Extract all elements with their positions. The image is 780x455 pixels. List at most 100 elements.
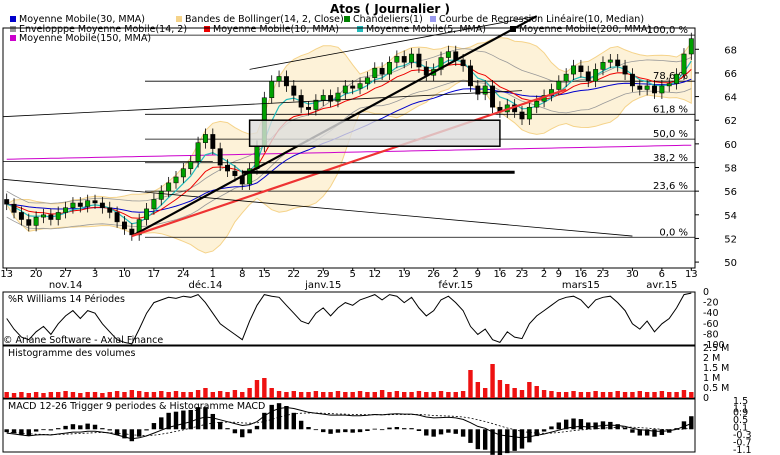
volume-bar bbox=[240, 392, 245, 398]
macd-histogram-bar bbox=[556, 422, 562, 430]
volume-bar bbox=[159, 391, 164, 398]
candle-body bbox=[350, 85, 356, 89]
candle-body bbox=[55, 212, 61, 220]
volume-bar bbox=[11, 393, 17, 398]
macd-histogram-bar bbox=[298, 420, 304, 430]
x-tick-label: 9 bbox=[556, 269, 562, 280]
volume-bar bbox=[630, 392, 635, 398]
volume-bar bbox=[85, 392, 90, 398]
candle-body bbox=[460, 59, 466, 67]
candle-body bbox=[637, 85, 643, 90]
volume-panel: Histogramme des volumes 2.5 M2 M1.5 M1 M0… bbox=[2, 343, 729, 404]
macd-histogram-bar bbox=[379, 429, 385, 431]
macd-histogram-bar bbox=[659, 429, 665, 435]
candle-body bbox=[41, 214, 46, 218]
candle-body bbox=[166, 182, 172, 192]
candle-body bbox=[33, 216, 39, 226]
macd-histogram-bar bbox=[173, 411, 179, 430]
macd-histogram-bar bbox=[33, 429, 39, 432]
candle-body bbox=[401, 56, 407, 63]
volume-bar bbox=[497, 380, 503, 398]
candle-body bbox=[423, 66, 429, 76]
volume-bar bbox=[593, 391, 598, 398]
macd-histogram-bar bbox=[497, 429, 503, 455]
volume-bar bbox=[4, 392, 9, 398]
legend-swatch bbox=[10, 35, 16, 41]
candle-body bbox=[490, 85, 496, 108]
macd-histogram-bar bbox=[48, 429, 54, 431]
x-tick-label: 27 bbox=[59, 269, 72, 280]
volume-bar bbox=[151, 392, 157, 398]
macd-histogram-bar bbox=[144, 429, 149, 431]
volume-bar bbox=[63, 391, 68, 398]
y-tick-label: 64 bbox=[724, 93, 737, 104]
volume-bar bbox=[26, 393, 31, 398]
macd-histogram-bar bbox=[225, 428, 230, 430]
volume-bar bbox=[681, 390, 687, 398]
volume-bar bbox=[19, 392, 24, 398]
x-tick-label: 17 bbox=[148, 269, 161, 280]
macd-histogram-bar bbox=[350, 429, 355, 433]
y-tick-label: 56 bbox=[724, 187, 737, 198]
candle-body bbox=[659, 85, 665, 94]
candle-body bbox=[26, 219, 32, 226]
volume-bar bbox=[70, 392, 76, 398]
macd-histogram-bar bbox=[41, 429, 46, 431]
candle-body bbox=[563, 73, 569, 82]
volume-bar bbox=[424, 392, 429, 398]
volume-bar bbox=[100, 393, 105, 398]
candle-body bbox=[306, 106, 311, 110]
x-tick-label: 1 bbox=[210, 269, 216, 280]
macd-histogram-bar bbox=[549, 426, 554, 430]
volume-bar bbox=[549, 391, 554, 398]
volume-bar bbox=[173, 391, 179, 398]
volume-bar bbox=[129, 390, 135, 398]
x-tick-label: 8 bbox=[239, 269, 245, 280]
macd-histogram-bar bbox=[92, 424, 98, 430]
macd-histogram-bar bbox=[276, 403, 282, 430]
macd-histogram-bar bbox=[622, 427, 628, 430]
macd-histogram-bar bbox=[482, 429, 488, 450]
candle-body bbox=[666, 83, 672, 87]
macd-histogram-bar bbox=[188, 409, 193, 430]
candle-body bbox=[276, 76, 282, 82]
candle-body bbox=[688, 38, 694, 55]
macd-histogram-bar bbox=[527, 429, 532, 443]
volume-bar bbox=[328, 392, 333, 398]
y-tick-label: 54 bbox=[724, 211, 737, 222]
candle-body bbox=[600, 62, 606, 70]
candle-body bbox=[320, 95, 326, 101]
volume-bar bbox=[321, 392, 326, 398]
macd-histogram-bar bbox=[343, 429, 348, 433]
macd-histogram-bar bbox=[468, 429, 473, 443]
candle-body bbox=[210, 134, 216, 149]
williams-tick-label: -20 bbox=[703, 298, 719, 309]
macd-histogram-bar bbox=[446, 429, 451, 433]
macd-histogram-bar bbox=[512, 429, 517, 451]
volume-title: Histogramme des volumes bbox=[8, 348, 135, 359]
legend-label: Moyenne Mobile(150, MMA) bbox=[19, 33, 151, 44]
volume-bar bbox=[217, 391, 223, 398]
williams-tick-label: -60 bbox=[703, 319, 719, 330]
x-month-label: nov.14 bbox=[49, 280, 83, 291]
x-tick-label: 2 bbox=[453, 269, 459, 280]
macd-histogram-bar bbox=[431, 429, 436, 437]
x-tick-label: 6 bbox=[659, 269, 665, 280]
macd-histogram-bar bbox=[475, 429, 481, 450]
volume-bar bbox=[446, 392, 451, 398]
volume-bar bbox=[586, 392, 591, 398]
volume-bar bbox=[343, 392, 348, 398]
volume-bar bbox=[357, 391, 363, 398]
macd-tick-label: -1.1 bbox=[733, 445, 752, 455]
fib-label: 23,6 % bbox=[653, 181, 688, 192]
candle-body bbox=[225, 164, 230, 172]
volume-bar bbox=[136, 391, 142, 398]
candle-body bbox=[254, 145, 260, 169]
price-panel: 100,0 %78,6 %61,8 %50,0 %38,2 %23,6 %0,0… bbox=[2, 15, 737, 269]
macd-histogram-bar bbox=[321, 429, 326, 433]
macd-histogram-bar bbox=[453, 429, 458, 434]
volume-bar bbox=[659, 391, 665, 398]
macd-histogram-bar bbox=[372, 428, 377, 430]
candle-body bbox=[387, 62, 392, 75]
candle-body bbox=[158, 190, 164, 200]
